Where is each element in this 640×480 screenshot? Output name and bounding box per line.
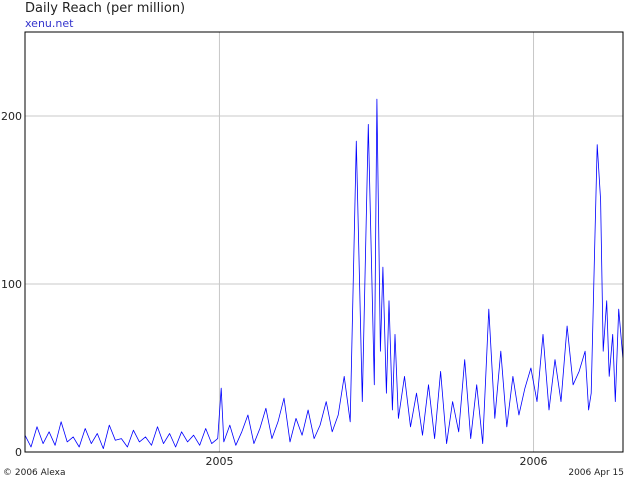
daily-reach-chart: 0 100 200 2005 2006 © 2006 Alexa 2006 Apr 15 (1, 31, 624, 478)
label-layer: 0 100 200 2005 2006 (1, 110, 548, 468)
grid-layer (25, 32, 623, 453)
copyright-label: © 2006 Alexa (3, 468, 66, 478)
y-tick-label: 0 (15, 446, 22, 459)
y-tick-label: 200 (1, 110, 22, 123)
y-tick-label: 100 (1, 278, 22, 291)
x-tick-label: 2005 (205, 455, 233, 468)
x-tick-label: 2006 (520, 455, 548, 468)
date-label: 2006 Apr 15 (568, 468, 624, 478)
